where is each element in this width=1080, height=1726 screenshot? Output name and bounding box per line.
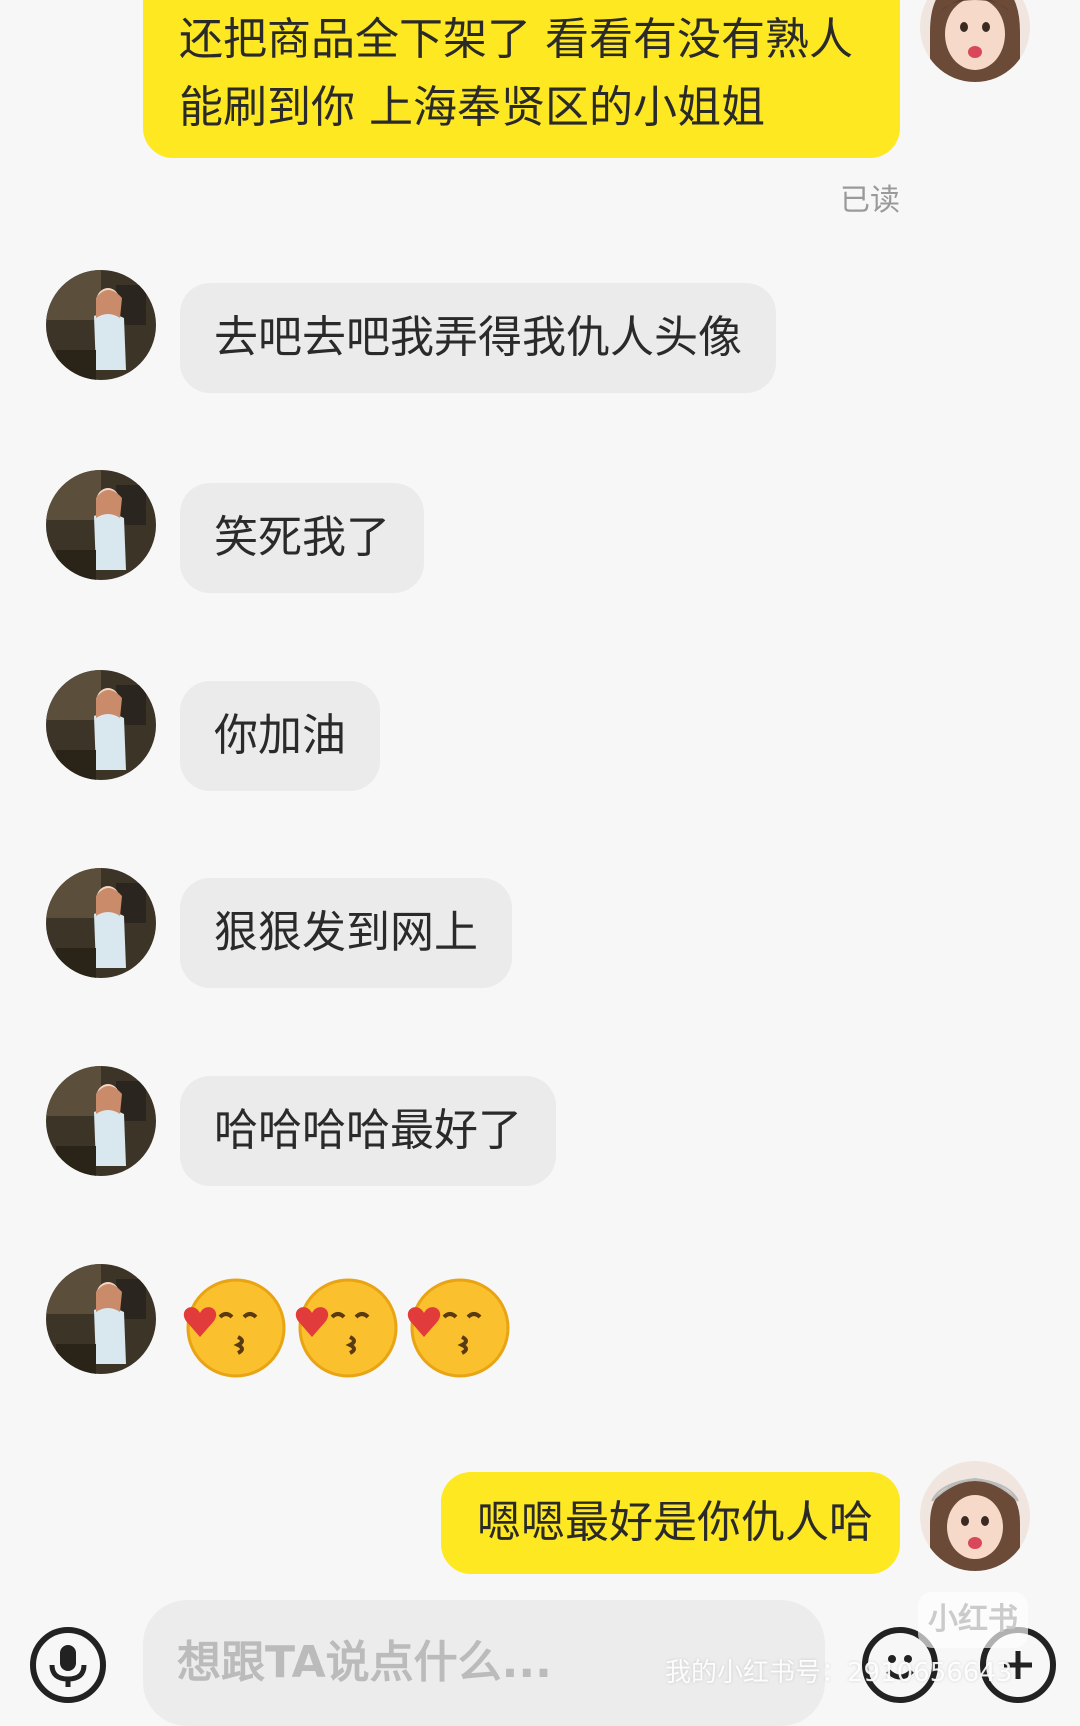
contact-avatar[interactable]: [46, 270, 156, 380]
message-text-line: 还把商品全下架了 看看有没有熟人: [179, 14, 853, 65]
incoming-message-bubble[interactable]: 去吧去吧我弄得我仇人头像: [180, 283, 776, 393]
avatar-photo-icon: [46, 1066, 156, 1176]
contact-avatar[interactable]: [46, 1066, 156, 1176]
contact-avatar[interactable]: [46, 470, 156, 580]
contact-avatar[interactable]: [46, 670, 156, 780]
avatar-photo-icon: [46, 868, 156, 978]
avatar-photo-icon: [920, 1461, 1030, 1571]
read-receipt: 已读: [840, 183, 900, 218]
chat-thread[interactable]: 还把商品全下架了 看看有没有熟人 能刷到你 上海奉贤区的小姐姐 已读 去吧去吧我…: [0, 0, 1080, 1600]
message-text: 嗯嗯最好是你仇人哈: [477, 1497, 873, 1548]
incoming-message-bubble[interactable]: 你加油: [180, 681, 380, 791]
contact-avatar[interactable]: [46, 1264, 156, 1374]
avatar-photo-icon: [46, 670, 156, 780]
my-avatar[interactable]: [920, 1461, 1030, 1571]
my-avatar[interactable]: [920, 0, 1030, 82]
avatar-photo-icon: [46, 1264, 156, 1374]
avatar-photo-icon: [46, 470, 156, 580]
avatar-photo-icon: [46, 270, 156, 380]
avatar-photo-icon: [920, 0, 1030, 82]
kissing-heart-emoji-icon: [295, 1278, 398, 1378]
incoming-message-bubble[interactable]: 哈哈哈哈最好了: [180, 1076, 556, 1186]
kissing-heart-emoji-icon: [183, 1278, 286, 1378]
xiaohongshu-watermark-logo: 小红书: [918, 1592, 1028, 1648]
outgoing-message-bubble[interactable]: 嗯嗯最好是你仇人哈: [441, 1472, 900, 1574]
contact-avatar[interactable]: [46, 868, 156, 978]
voice-input-button[interactable]: [30, 1627, 106, 1703]
kissing-heart-emoji-icon: [407, 1278, 510, 1378]
microphone-icon: [49, 1645, 87, 1687]
incoming-message-bubble[interactable]: 笑死我了: [180, 483, 424, 593]
incoming-message-bubble[interactable]: 狠狠发到网上: [180, 878, 512, 988]
account-watermark: 我的小红书号：2910656643: [665, 1658, 1013, 1688]
outgoing-message-bubble[interactable]: 还把商品全下架了 看看有没有熟人 能刷到你 上海奉贤区的小姐姐: [143, 0, 900, 158]
message-text-line: 能刷到你 上海奉贤区的小姐姐: [179, 82, 765, 133]
emoji-message[interactable]: [180, 1275, 510, 1381]
